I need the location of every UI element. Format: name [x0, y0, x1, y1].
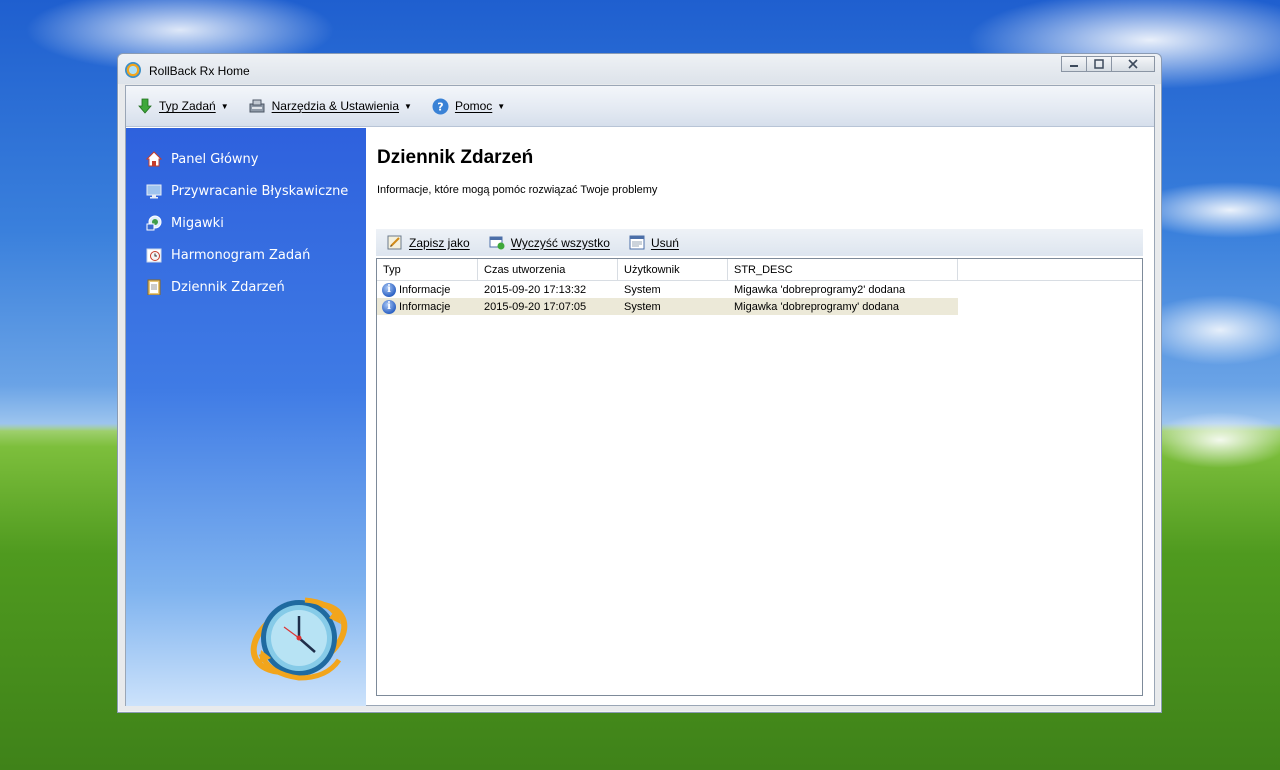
snapshot-icon: [146, 215, 162, 231]
window-controls: [1061, 56, 1155, 72]
close-icon: [1128, 59, 1138, 69]
menu-tools-settings[interactable]: Narzędzia & Ustawienia ▼: [249, 98, 412, 115]
column-header-created-time[interactable]: Czas utworzenia: [478, 259, 618, 280]
page-subtitle: Informacje, które mogą pomóc rozwiązać T…: [377, 184, 658, 196]
sidebar-item-snapshots[interactable]: Migawki: [146, 215, 224, 231]
cell-type-label: Informacje: [399, 300, 451, 313]
page-title: Dziennik Zdarzeń: [377, 147, 534, 168]
delete-icon: [629, 235, 645, 250]
menu-help[interactable]: ? Pomoc ▼: [432, 98, 505, 115]
save-as-label: Zapisz jako: [409, 235, 470, 250]
chevron-down-icon: ▼: [404, 101, 412, 111]
sidebar-item-instant-recovery[interactable]: Przywracanie Błyskawiczne: [146, 183, 348, 199]
save-as-icon: [387, 235, 403, 250]
column-header-user[interactable]: Użytkownik: [618, 259, 728, 280]
monitor-icon: [146, 183, 162, 199]
window-title: RollBack Rx Home: [149, 64, 250, 78]
column-header-type[interactable]: Typ: [377, 259, 478, 280]
menu-tools-settings-label: Narzędzia & Ustawienia: [271, 99, 400, 113]
help-icon: ?: [432, 98, 449, 115]
menu-task-type-label: Typ Zadań: [159, 99, 216, 113]
sidebar-item-label: Przywracanie Błyskawiczne: [171, 183, 349, 199]
home-icon: [146, 151, 162, 167]
app-window: RollBack Rx Home Typ Zadań ▼ Narzędzia &…: [117, 53, 1162, 713]
save-as-button[interactable]: Zapisz jako: [387, 235, 470, 250]
cell-time: 2015-09-20 17:13:32: [484, 283, 587, 296]
cell-user: System: [624, 283, 661, 296]
sidebar: Panel Główny Przywracanie Błyskawiczne M…: [126, 128, 366, 706]
menu-task-type[interactable]: Typ Zadań ▼: [136, 98, 229, 115]
maximize-icon: [1094, 59, 1104, 69]
sidebar-item-label: Migawki: [171, 215, 224, 231]
cell-time: 2015-09-20 17:07:05: [478, 298, 618, 315]
sidebar-item-label: Panel Główny: [171, 151, 259, 167]
table-row[interactable]: i Informacje 2015-09-20 17:13:32 System …: [377, 281, 1142, 298]
cell-user: System: [618, 298, 728, 315]
info-icon: i: [382, 282, 396, 297]
cell-type: i Informacje: [377, 281, 478, 298]
cell-type: i Informacje: [377, 298, 478, 315]
sidebar-item-label: Dziennik Zdarzeń: [171, 279, 285, 295]
cell-description: Migawka 'dobreprogramy2' dodana: [734, 283, 906, 296]
rollback-logo-clock: [250, 597, 348, 681]
menu-help-label: Pomoc: [454, 99, 493, 113]
event-log-table: Typ Czas utworzenia Użytkownik STR_DESC …: [376, 258, 1143, 696]
cell-type-label: Informacje: [399, 283, 451, 296]
column-header-description[interactable]: STR_DESC: [728, 259, 958, 280]
chevron-down-icon: ▼: [497, 101, 506, 111]
delete-label: Usuń: [650, 235, 679, 250]
table-row[interactable]: i Informacje 2015-09-20 17:07:05 System …: [377, 298, 1142, 315]
table-header: Typ Czas utworzenia Użytkownik STR_DESC: [377, 259, 1142, 281]
client-area: Typ Zadań ▼ Narzędzia & Ustawienia ▼ ? P…: [125, 85, 1155, 706]
info-icon: i: [382, 299, 396, 314]
rollback-app-icon: [125, 62, 141, 78]
minimize-button[interactable]: [1061, 56, 1087, 72]
title-bar[interactable]: RollBack Rx Home: [118, 54, 1161, 84]
close-button[interactable]: [1111, 56, 1155, 72]
sidebar-item-home[interactable]: Panel Główny: [146, 151, 259, 167]
schedule-clock-icon: [146, 247, 162, 263]
main-content: Dziennik Zdarzeń Informacje, które mogą …: [366, 128, 1154, 705]
maximize-button[interactable]: [1086, 56, 1112, 72]
sidebar-item-task-schedule[interactable]: Harmonogram Zadań: [146, 247, 310, 263]
log-clipboard-icon: [146, 279, 162, 295]
sidebar-item-event-log[interactable]: Dziennik Zdarzeń: [146, 279, 285, 295]
download-arrow-icon: [136, 98, 153, 115]
sidebar-item-label: Harmonogram Zadań: [171, 247, 311, 263]
tools-icon: [249, 98, 266, 115]
cell-description: Migawka 'dobreprogramy' dodana: [728, 298, 958, 315]
svg-text:?: ?: [437, 100, 443, 113]
minimize-icon: [1070, 65, 1078, 67]
log-toolbar: Zapisz jako Wyczyść wszystko Usuń: [376, 229, 1143, 256]
clear-all-button[interactable]: Wyczyść wszystko: [489, 235, 610, 250]
clear-all-label: Wyczyść wszystko: [510, 235, 610, 250]
delete-button[interactable]: Usuń: [629, 235, 679, 250]
chevron-down-icon: ▼: [220, 101, 229, 111]
clear-all-icon: [489, 235, 505, 250]
menu-bar: Typ Zadań ▼ Narzędzia & Ustawienia ▼ ? P…: [126, 86, 1154, 127]
